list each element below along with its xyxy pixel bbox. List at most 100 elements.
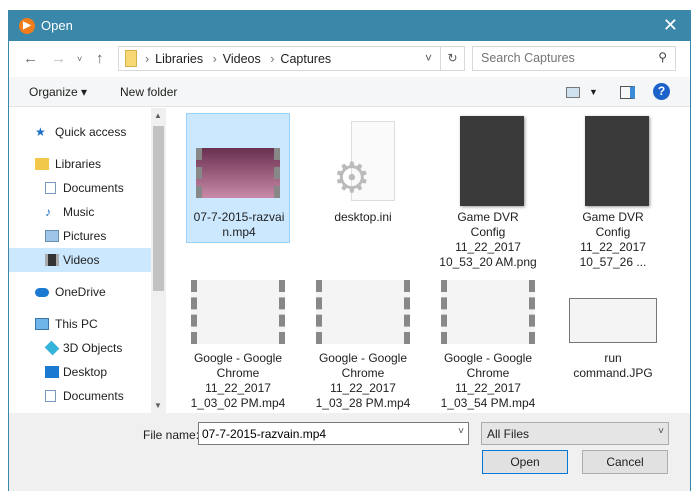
file-item[interactable]: Google - Google Chrome 11_22_2017 1_03_2…	[311, 276, 415, 411]
sidebar-label: Pictures	[63, 229, 107, 243]
title-bar: ▶ Open ✕	[9, 11, 690, 41]
view-icon[interactable]	[566, 87, 580, 98]
dialog-title: Open	[41, 18, 73, 33]
file-name: run command.JPG	[573, 351, 653, 380]
documents-icon	[45, 390, 56, 402]
up-icon[interactable]: ↑	[96, 50, 104, 67]
sidebar-scrollbar[interactable]: ▲ ▼	[151, 108, 166, 413]
file-name: Google - Google Chrome 11_22_2017 1_03_0…	[190, 351, 286, 410]
organize-button[interactable]: Organize ▾	[29, 85, 87, 99]
file-type-value: All Files	[487, 427, 530, 441]
sidebar-item-videos[interactable]: Videos	[9, 248, 151, 272]
star-icon: ★	[35, 125, 46, 139]
forward-icon[interactable]: →	[51, 50, 66, 67]
sidebar-label: Music	[63, 205, 95, 219]
breadcrumb-videos[interactable]: Videos	[223, 52, 261, 66]
image-thumbnail-icon	[460, 116, 524, 206]
sidebar-label: OneDrive	[55, 285, 106, 299]
scroll-up-icon[interactable]: ▲	[154, 111, 162, 120]
chevron-down-icon[interactable]: ˅	[458, 426, 464, 437]
pictures-icon	[45, 230, 59, 242]
cube-icon	[44, 340, 60, 356]
dialog-footer: File name: ˅ All Files ˅ Open Cancel	[9, 413, 690, 491]
video-thumbnail-icon	[191, 280, 285, 344]
file-item[interactable]: Game DVR Config 11_22_2017 10_57_26 ...	[561, 113, 665, 273]
view-dropdown-icon[interactable]: ▼	[589, 87, 598, 97]
file-name-combobox[interactable]: ˅	[198, 422, 469, 445]
open-dialog: ▶ Open ✕ ← → ˅ ↑ › Libraries › Videos › Cap…	[8, 10, 691, 491]
scroll-down-icon[interactable]: ▼	[154, 401, 162, 410]
file-item[interactable]: run command.JPG	[561, 276, 665, 411]
sidebar-label: This PC	[55, 317, 98, 331]
sidebar-label: Quick access	[55, 125, 127, 139]
cloud-icon	[35, 288, 49, 297]
new-folder-button[interactable]: New folder	[120, 85, 177, 99]
file-name: Google - Google Chrome 11_22_2017 1_03_5…	[440, 351, 536, 410]
refresh-icon[interactable]: ↻	[440, 47, 464, 70]
image-thumbnail-icon	[569, 298, 657, 343]
help-icon[interactable]: ?	[653, 83, 670, 100]
file-item[interactable]: Google - Google Chrome 11_22_2017 1_03_0…	[186, 276, 290, 411]
address-bar[interactable]: › Libraries › Videos › Captures ˅ ↻	[118, 46, 465, 71]
computer-icon	[35, 318, 49, 330]
navigation-bar: ← → ˅ ↑ › Libraries › Videos › Captures ˅ ↻…	[9, 41, 690, 77]
navigation-pane: ★ Quick access Libraries Documents ♪ Music…	[9, 108, 166, 413]
chevron-down-icon: ˅	[658, 426, 664, 437]
app-icon: ▶	[19, 18, 35, 34]
desktop-icon	[45, 366, 59, 378]
video-thumbnail-icon	[316, 280, 410, 344]
file-name-label: File name:	[143, 428, 200, 442]
sidebar-item-music[interactable]: ♪ Music	[9, 200, 151, 224]
file-list: 07-7-2015-razvai n.mp4 ⚙ desktop.ini Gam…	[169, 108, 689, 413]
video-thumbnail-icon	[441, 280, 535, 344]
sidebar-label: Documents	[63, 389, 124, 403]
file-type-select[interactable]: All Files ˅	[481, 422, 669, 445]
breadcrumb-libraries[interactable]: Libraries	[155, 52, 203, 66]
sidebar-item-libraries[interactable]: Libraries	[9, 152, 151, 176]
sidebar-item-documents-pc[interactable]: Documents	[9, 384, 151, 408]
sidebar-label: Videos	[63, 253, 100, 267]
close-icon[interactable]: ✕	[663, 15, 678, 36]
folder-icon	[125, 50, 137, 67]
file-name-input[interactable]	[202, 427, 447, 441]
search-icon: ⚲	[658, 50, 667, 64]
music-icon: ♪	[45, 205, 51, 219]
image-thumbnail-icon	[585, 116, 649, 206]
file-item[interactable]: 07-7-2015-razvai n.mp4	[186, 113, 290, 243]
organize-label: Organize	[29, 85, 78, 99]
file-name: desktop.ini	[334, 210, 392, 224]
video-thumbnail-icon	[196, 148, 280, 198]
scrollbar-thumb[interactable]	[153, 126, 164, 291]
videos-icon	[45, 254, 59, 266]
file-name: Game DVR Config 11_22_2017 10_53_20 AM.p…	[439, 210, 537, 269]
cancel-button[interactable]: Cancel	[582, 450, 668, 474]
sidebar-label: Libraries	[55, 157, 102, 171]
libraries-icon	[35, 158, 49, 170]
sidebar-item-documents[interactable]: Documents	[9, 176, 151, 200]
sidebar-item-quick-access[interactable]: ★ Quick access	[9, 120, 151, 144]
chevron-down-icon[interactable]: ˅	[425, 51, 432, 65]
back-icon[interactable]: ←	[23, 50, 38, 67]
file-name: Google - Google Chrome 11_22_2017 1_03_2…	[315, 351, 411, 410]
sidebar-label: 3D Objects	[63, 341, 123, 355]
open-button[interactable]: Open	[482, 450, 568, 474]
sidebar-item-this-pc[interactable]: This PC	[9, 312, 151, 336]
breadcrumb-captures[interactable]: Captures	[280, 52, 331, 66]
recent-chevron-icon[interactable]: ˅	[77, 54, 82, 64]
sidebar-label: Desktop	[63, 365, 108, 379]
sidebar-item-pictures[interactable]: Pictures	[9, 224, 151, 248]
sidebar-item-onedrive[interactable]: OneDrive	[9, 280, 151, 304]
file-name: Game DVR Config 11_22_2017 10_57_26 ...	[579, 210, 647, 269]
file-item[interactable]: Google - Google Chrome 11_22_2017 1_03_5…	[436, 276, 540, 411]
gear-icon: ⚙	[333, 154, 371, 201]
file-item[interactable]: Game DVR Config 11_22_2017 10_53_20 AM.p…	[436, 113, 540, 273]
search-input[interactable]	[481, 51, 651, 65]
search-box[interactable]: ⚲	[472, 46, 676, 71]
sidebar-label: Documents	[63, 181, 124, 195]
file-item[interactable]: ⚙ desktop.ini	[311, 113, 415, 243]
sidebar-item-desktop[interactable]: Desktop	[9, 360, 151, 384]
documents-icon	[45, 182, 56, 194]
preview-pane-icon[interactable]	[620, 86, 635, 99]
sidebar-item-3d-objects[interactable]: 3D Objects	[9, 336, 151, 360]
toolbar: Organize ▾ New folder ▼ ?	[9, 77, 690, 107]
